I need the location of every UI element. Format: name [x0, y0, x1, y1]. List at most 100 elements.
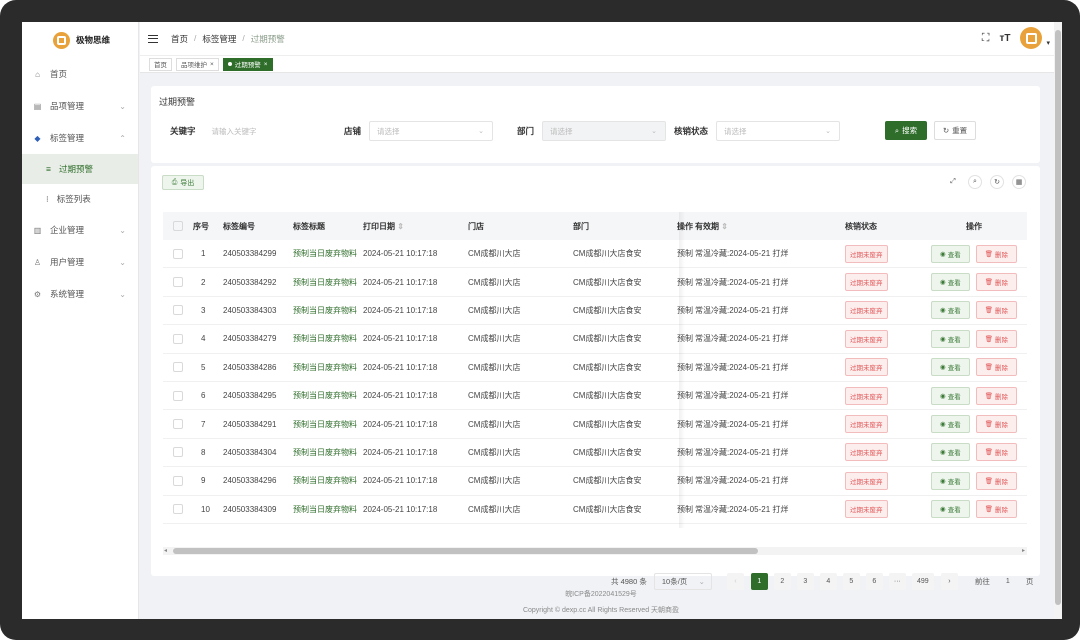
columns-icon[interactable]: ▦	[1012, 175, 1026, 189]
view-button[interactable]: ◉ 查看	[931, 273, 970, 292]
row-checkbox[interactable]	[173, 305, 183, 316]
sidebar-item-tags[interactable]: ◆ 标签管理 ⌃	[22, 122, 138, 154]
app-logo[interactable]: 极物思维	[22, 22, 138, 58]
cell-date: 2024-05-21 10:17:18	[363, 504, 438, 514]
row-checkbox[interactable]	[173, 277, 183, 288]
refresh-icon[interactable]: ↻	[990, 175, 1004, 189]
tag-item-maintenance[interactable]: 品项维护 ×	[176, 57, 219, 71]
view-button[interactable]: ◉ 查看	[931, 443, 970, 462]
breadcrumb: 首页 / 标签管理 / 过期预警	[171, 33, 285, 45]
sort-icon[interactable]: ⇕	[721, 222, 728, 231]
header-date[interactable]: 打印日期 ⇕	[363, 221, 468, 232]
scrollbar-thumb[interactable]	[173, 548, 758, 554]
select-all-checkbox[interactable]	[173, 221, 183, 231]
cell-title-link[interactable]: 预制当日废弃物料	[293, 504, 363, 515]
sidebar-item-users[interactable]: ♙ 用户管理 ⌄	[22, 246, 138, 278]
cell-title-link[interactable]: 预制当日废弃物料	[293, 390, 363, 401]
row-checkbox[interactable]	[173, 447, 183, 458]
scrollbar-thumb[interactable]	[1055, 30, 1061, 605]
horizontal-scrollbar[interactable]: ◂ ▸	[163, 547, 1027, 555]
delete-button[interactable]: 🗑 删除	[975, 443, 1017, 462]
delete-button[interactable]: 🗑 删除	[975, 273, 1017, 292]
cell-title-link[interactable]: 预制当日废弃物料	[293, 419, 363, 430]
status-badge: 过期未废弃	[845, 273, 888, 292]
cell-title-link[interactable]: 预制当日废弃物料	[293, 248, 363, 259]
close-icon[interactable]: ×	[210, 61, 214, 68]
avatar[interactable]	[1020, 27, 1043, 49]
scroll-right-icon[interactable]: ▸	[1022, 547, 1025, 554]
delete-button[interactable]: 🗑 删除	[975, 386, 1017, 405]
view-button[interactable]: ◉ 查看	[931, 386, 970, 405]
caret-down-icon[interactable]: ▾	[1046, 39, 1050, 47]
view-button[interactable]: ◉ 查看	[931, 471, 970, 490]
cell-dept: CM成都川大店食安	[573, 447, 642, 457]
status-badge: 过期未废弃	[845, 358, 888, 377]
delete-button[interactable]: 🗑 删除	[975, 471, 1017, 490]
table-row: 9 240503384296 预制当日废弃物料 2024-05-21 10:17:18…	[163, 467, 1027, 496]
view-button[interactable]: ◉ 查看	[931, 415, 970, 434]
vertical-scrollbar[interactable]	[1054, 22, 1062, 619]
cell-title-link[interactable]: 预制当日废弃物料	[293, 277, 363, 288]
status-select[interactable]: 请选择 ⌄	[716, 121, 841, 141]
delete-button[interactable]: 🗑 删除	[975, 244, 1017, 263]
dept-filter: 部门 请选择 ⌄	[517, 121, 667, 141]
close-icon[interactable]: ×	[264, 61, 268, 68]
cell-title-link[interactable]: 预制当日废弃物料	[293, 305, 363, 316]
cell-date: 2024-05-21 10:17:18	[363, 476, 438, 486]
row-checkbox[interactable]	[173, 248, 183, 259]
breadcrumb-home[interactable]: 首页	[171, 33, 188, 45]
sidebar-item-home[interactable]: ⌂ 首页	[22, 58, 138, 90]
header-validity[interactable]: 有效期 ⇕	[695, 221, 845, 232]
expand-icon[interactable]: ⤢	[946, 175, 960, 189]
status-badge: 过期未废弃	[845, 500, 888, 519]
cell-title-link[interactable]: 预制当日废弃物料	[293, 447, 363, 458]
store-select[interactable]: 请选择 ⌄	[369, 121, 494, 141]
scroll-left-icon[interactable]: ◂	[164, 547, 167, 554]
cell-op: 预制	[677, 277, 693, 287]
delete-button-label: 删除	[994, 365, 1008, 373]
sidebar-item-tag-list[interactable]: ⁝ 标签列表	[22, 184, 138, 214]
table-panel: ⎙ 导出 ⤢ ⌕ ↻ ▦ 序号 标签编号 标签标题 打印日期 ⇕ 门店 部门 操…	[151, 166, 1040, 590]
delete-button[interactable]: 🗑 删除	[975, 358, 1017, 377]
sidebar-item-company[interactable]: ▥ 企业管理 ⌄	[22, 214, 138, 246]
delete-button[interactable]: 🗑 删除	[975, 301, 1017, 320]
cell-date: 2024-05-21 10:17:18	[363, 305, 438, 315]
cell-title-link[interactable]: 预制当日废弃物料	[293, 362, 363, 373]
breadcrumb-parent[interactable]: 标签管理	[202, 33, 236, 45]
font-size-icon[interactable]: тT	[999, 33, 1010, 44]
sidebar-item-system[interactable]: ⚙ 系统管理 ⌄	[22, 278, 138, 310]
view-button[interactable]: ◉ 查看	[931, 358, 970, 377]
reset-button[interactable]: ↻ 重置	[934, 121, 976, 140]
sort-icon[interactable]: ⇕	[397, 222, 404, 231]
view-button[interactable]: ◉ 查看	[931, 500, 970, 519]
tag-home[interactable]: 首页	[149, 57, 172, 71]
search-button[interactable]: ⌕ 搜索	[885, 121, 927, 140]
sidebar-item-expiry-warning[interactable]: ≡ 过期预警	[22, 154, 138, 184]
row-checkbox[interactable]	[173, 504, 183, 515]
fullscreen-icon[interactable]: ⛶	[982, 32, 990, 45]
row-checkbox[interactable]	[173, 419, 183, 430]
row-checkbox[interactable]	[173, 475, 183, 486]
cell-title-link[interactable]: 预制当日废弃物料	[293, 333, 363, 344]
icp-text[interactable]: 皖ICP备2022041529号	[140, 587, 1062, 603]
dept-select[interactable]: 请选择 ⌄	[542, 121, 667, 141]
view-button[interactable]: ◉ 查看	[931, 244, 970, 263]
row-checkbox[interactable]	[173, 362, 183, 373]
menu-toggle-icon[interactable]	[148, 34, 158, 43]
search-toggle-icon[interactable]: ⌕	[968, 175, 982, 189]
cell-date: 2024-05-21 10:17:18	[363, 249, 438, 259]
delete-button[interactable]: 🗑 删除	[975, 415, 1017, 434]
view-button[interactable]: ◉ 查看	[931, 329, 970, 348]
delete-button[interactable]: 🗑 删除	[975, 500, 1017, 519]
keyword-input[interactable]: 请输入关键字	[204, 121, 322, 141]
row-checkbox[interactable]	[173, 390, 183, 401]
sidebar-item-label: 过期预警	[58, 164, 93, 174]
sidebar-item-items[interactable]: ▤ 品项管理 ⌄	[22, 90, 138, 122]
cell-title-link[interactable]: 预制当日废弃物料	[293, 475, 363, 486]
delete-button[interactable]: 🗑 删除	[975, 329, 1017, 348]
cell-validity: 常温冷藏:2024-05-21 打烊	[695, 419, 789, 429]
view-button[interactable]: ◉ 查看	[931, 301, 970, 320]
tag-expiry-warning[interactable]: 过期预警 ×	[222, 57, 273, 71]
export-button[interactable]: ⎙ 导出	[162, 175, 204, 190]
row-checkbox[interactable]	[173, 333, 183, 344]
